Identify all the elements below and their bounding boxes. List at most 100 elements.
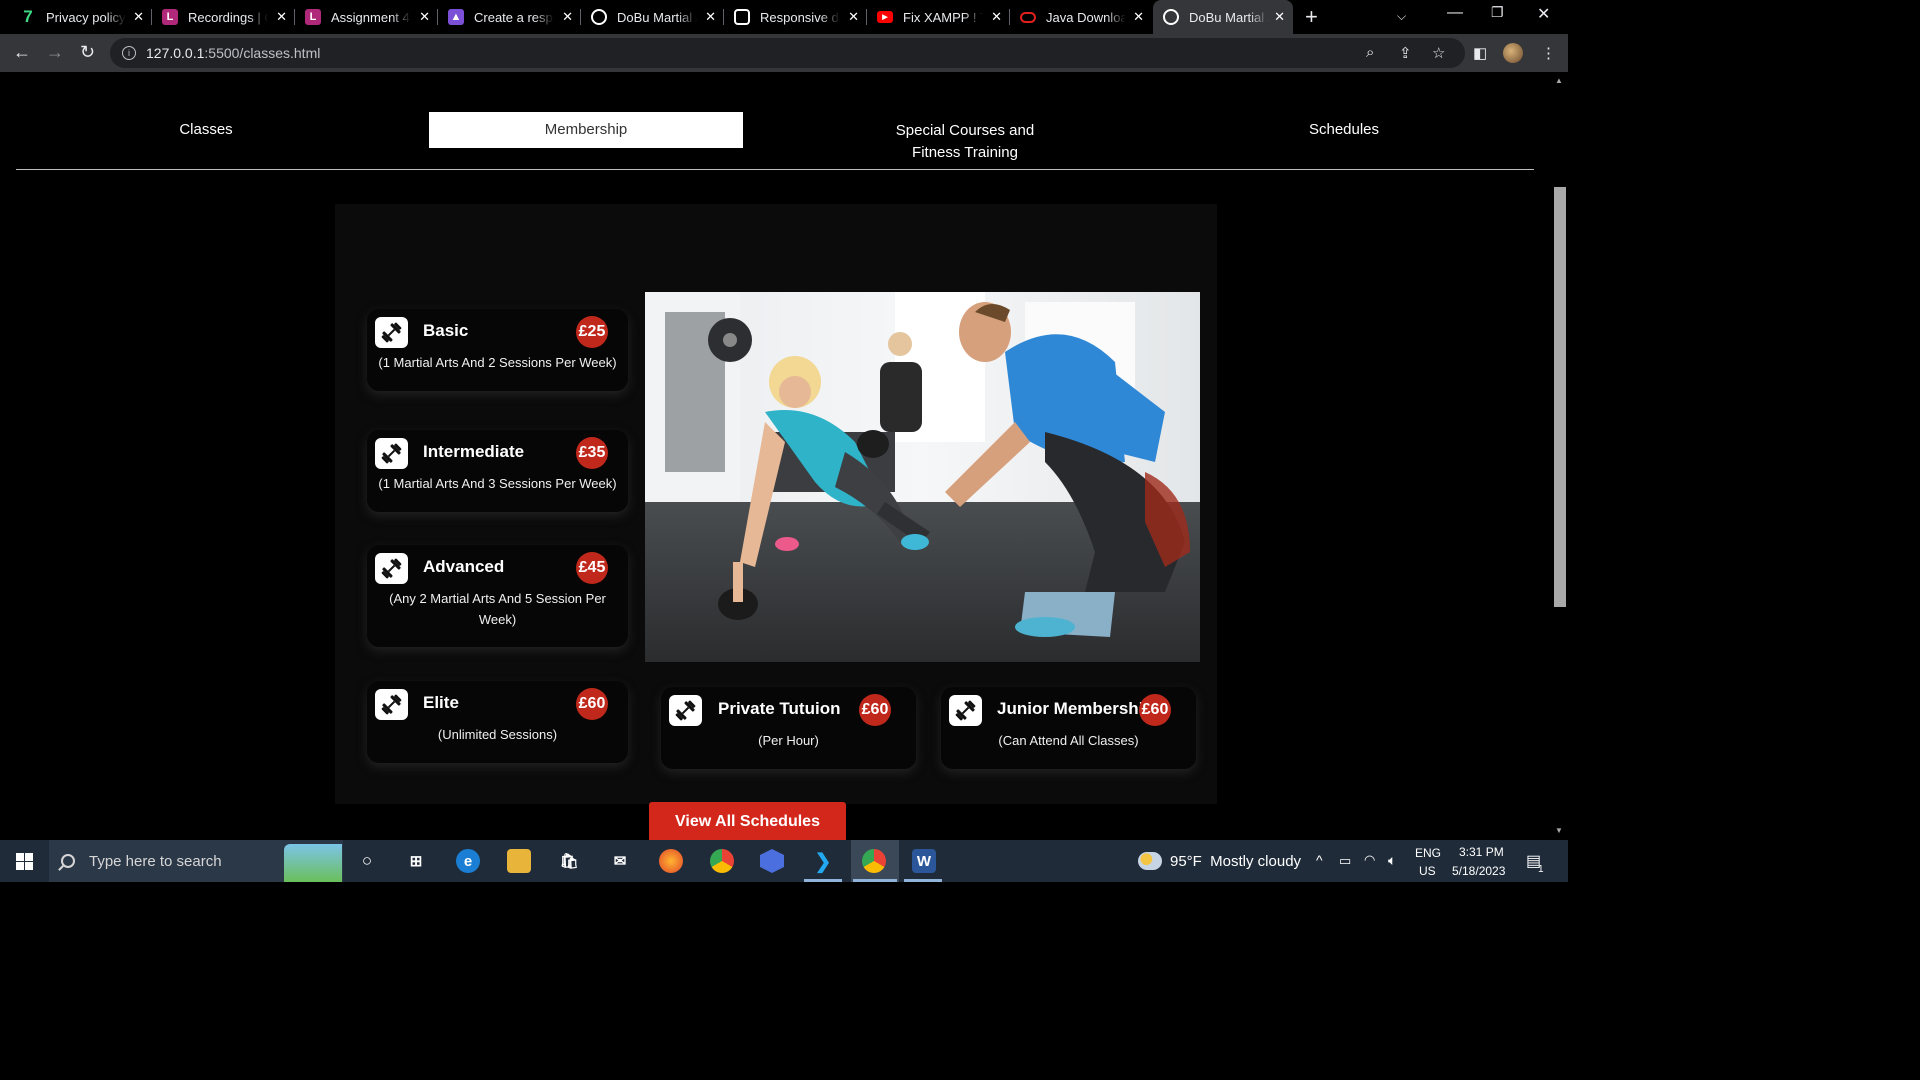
microsoft-store-icon[interactable]: 🛍 xyxy=(557,849,581,873)
tab-title: Java Downloa xyxy=(1046,9,1126,25)
battery-icon[interactable]: ▭ xyxy=(1339,853,1351,869)
close-window-icon[interactable]: ✕ xyxy=(1537,4,1550,24)
tab-create-response[interactable]: ▲ Create a respo ✕ xyxy=(438,0,581,34)
price-badge: £35 xyxy=(576,437,608,469)
nav-schedules[interactable]: Schedules xyxy=(1154,112,1534,148)
restore-icon[interactable]: ❐ xyxy=(1491,4,1504,21)
chevron-down-icon[interactable]: ⌵ xyxy=(1397,9,1406,24)
zoom-icon[interactable]: ⌕ xyxy=(1366,44,1374,61)
membership-description: (Can Attend All Classes) xyxy=(998,733,1139,748)
url-path: :5500/classes.html xyxy=(204,45,321,61)
close-icon[interactable]: ✕ xyxy=(562,9,573,25)
seven-icon: 7 xyxy=(23,7,33,26)
app-hexagon-icon[interactable] xyxy=(760,849,784,873)
tab-title: Create a respo xyxy=(474,9,554,25)
dumbbell-icon xyxy=(375,553,408,584)
tab-dobu-1[interactable]: DoBu Martial A ✕ xyxy=(581,0,724,34)
close-icon[interactable]: ✕ xyxy=(133,9,144,25)
file-explorer-icon[interactable] xyxy=(507,849,531,873)
scroll-up-icon[interactable]: ▲ xyxy=(1555,76,1563,85)
word-icon[interactable]: W xyxy=(912,849,936,873)
membership-card-private-tuition[interactable]: Private Tutuion £60 (Per Hour) xyxy=(661,687,916,769)
tab-java[interactable]: Java Downloa ✕ xyxy=(1010,0,1152,34)
region-indicator[interactable]: US xyxy=(1419,864,1436,878)
membership-card-advanced[interactable]: Advanced £45 (Any 2 Martial Arts And 5 S… xyxy=(367,545,628,647)
close-icon[interactable]: ✕ xyxy=(1133,9,1144,25)
globe-icon xyxy=(591,9,607,25)
tab-assignment[interactable]: L Assignment 4 ✕ xyxy=(295,0,438,34)
edge-icon[interactable]: e xyxy=(456,849,480,873)
info-icon[interactable]: i xyxy=(122,46,136,60)
price-badge: £25 xyxy=(576,316,608,348)
membership-name: Private Tutuion xyxy=(718,699,841,718)
mail-icon[interactable]: ✉ xyxy=(608,849,632,873)
new-tab-icon[interactable]: + xyxy=(1305,4,1318,30)
membership-description: (1 Martial Arts And 2 Sessions Per Week) xyxy=(378,355,617,370)
bookmark-star-icon[interactable]: ☆ xyxy=(1432,44,1445,62)
search-icon xyxy=(61,854,75,868)
share-icon[interactable]: ⇪ xyxy=(1399,44,1412,62)
address-bar[interactable]: i 127.0.0.1:5500/classes.html xyxy=(110,38,1465,68)
clock-date[interactable]: 5/18/2023 xyxy=(1452,864,1505,878)
chatgpt-icon xyxy=(734,9,750,25)
membership-card-junior[interactable]: Junior Membership £60 (Can Attend All Cl… xyxy=(941,687,1196,769)
tab-title: Recordings | C xyxy=(188,9,268,25)
wifi-icon[interactable]: ◠ xyxy=(1364,852,1375,868)
section-nav: Classes Membership Special Courses and F… xyxy=(16,112,1534,170)
kebab-menu-icon[interactable]: ⋮ xyxy=(1541,44,1556,62)
close-icon[interactable]: ✕ xyxy=(991,9,1002,25)
chrome-profile-icon[interactable] xyxy=(862,849,886,873)
nav-classes[interactable]: Classes xyxy=(16,112,396,148)
windows-start-icon[interactable] xyxy=(16,853,33,870)
firefox-icon[interactable] xyxy=(659,849,683,873)
cortana-icon[interactable]: ○ xyxy=(355,849,379,873)
tab-fix-xampp[interactable]: ▶ Fix XAMPP ! To ✕ xyxy=(867,0,1010,34)
task-view-icon[interactable]: ⊞ xyxy=(404,849,428,873)
back-icon[interactable]: ← xyxy=(13,42,31,62)
tab-title: DoBu Martial A xyxy=(1189,9,1269,25)
close-icon[interactable]: ✕ xyxy=(276,9,287,25)
close-icon[interactable]: ✕ xyxy=(1274,9,1285,25)
membership-card-basic[interactable]: Basic £25 (1 Martial Arts And 2 Sessions… xyxy=(367,309,628,391)
tab-privacy-policy[interactable]: 7 Privacy policy ✕ xyxy=(10,0,152,34)
weather-icon[interactable] xyxy=(1138,852,1162,870)
chrome-icon[interactable] xyxy=(710,849,734,873)
taskbar-search[interactable]: Type here to search xyxy=(49,840,343,882)
nav-membership[interactable]: Membership xyxy=(429,112,743,148)
dumbbell-icon xyxy=(949,695,982,726)
weather-text[interactable]: 95°F Mostly cloudy xyxy=(1170,853,1301,870)
speaker-icon[interactable]: 🔈︎ xyxy=(1388,852,1396,869)
forward-icon[interactable]: → xyxy=(46,42,64,62)
membership-card-elite[interactable]: Elite £60 (Unlimited Sessions) xyxy=(367,681,628,763)
close-icon[interactable]: ✕ xyxy=(848,9,859,25)
vscode-icon[interactable]: ❯ xyxy=(811,849,835,873)
membership-name: Elite xyxy=(423,693,459,712)
tab-strip: 7 Privacy policy ✕ L Recordings | C ✕ L … xyxy=(0,0,1568,34)
scroll-down-icon[interactable]: ▼ xyxy=(1555,826,1563,835)
clock-time[interactable]: 3:31 PM xyxy=(1459,845,1504,859)
minimize-icon[interactable]: — xyxy=(1447,4,1463,22)
url-host: 127.0.0.1 xyxy=(146,45,205,61)
tab-title: DoBu Martial A xyxy=(617,9,697,25)
tab-recordings[interactable]: L Recordings | C ✕ xyxy=(152,0,295,34)
profile-avatar[interactable] xyxy=(1503,43,1523,63)
a-logo-icon: ▲ xyxy=(448,9,464,25)
close-icon[interactable]: ✕ xyxy=(705,9,716,25)
tab-dobu-active[interactable]: DoBu Martial A ✕ xyxy=(1153,0,1293,34)
scrollbar-thumb[interactable] xyxy=(1554,187,1566,607)
price-badge: £45 xyxy=(576,552,608,584)
membership-card-intermediate[interactable]: Intermediate £35 (1 Martial Arts And 3 S… xyxy=(367,430,628,512)
page-scrollbar[interactable]: ▲ ▼ xyxy=(1552,72,1568,840)
nav-special-courses[interactable]: Special Courses and Fitness Training xyxy=(886,113,1044,171)
membership-description: (Any 2 Martial Arts And 5 Session Per We… xyxy=(389,591,606,627)
side-panel-icon[interactable]: ◧ xyxy=(1473,44,1487,62)
dumbbell-icon xyxy=(375,689,408,720)
reload-icon[interactable]: ↻ xyxy=(80,42,95,62)
language-indicator[interactable]: ENG xyxy=(1415,846,1441,860)
tab-title: Assignment 4 xyxy=(331,9,410,25)
chevron-up-icon[interactable]: ^ xyxy=(1316,852,1323,868)
close-icon[interactable]: ✕ xyxy=(419,9,430,25)
tab-responsive[interactable]: Responsive dr ✕ xyxy=(724,0,867,34)
l-logo-icon: L xyxy=(162,9,178,25)
view-all-schedules-button[interactable]: View All Schedules xyxy=(649,802,846,842)
